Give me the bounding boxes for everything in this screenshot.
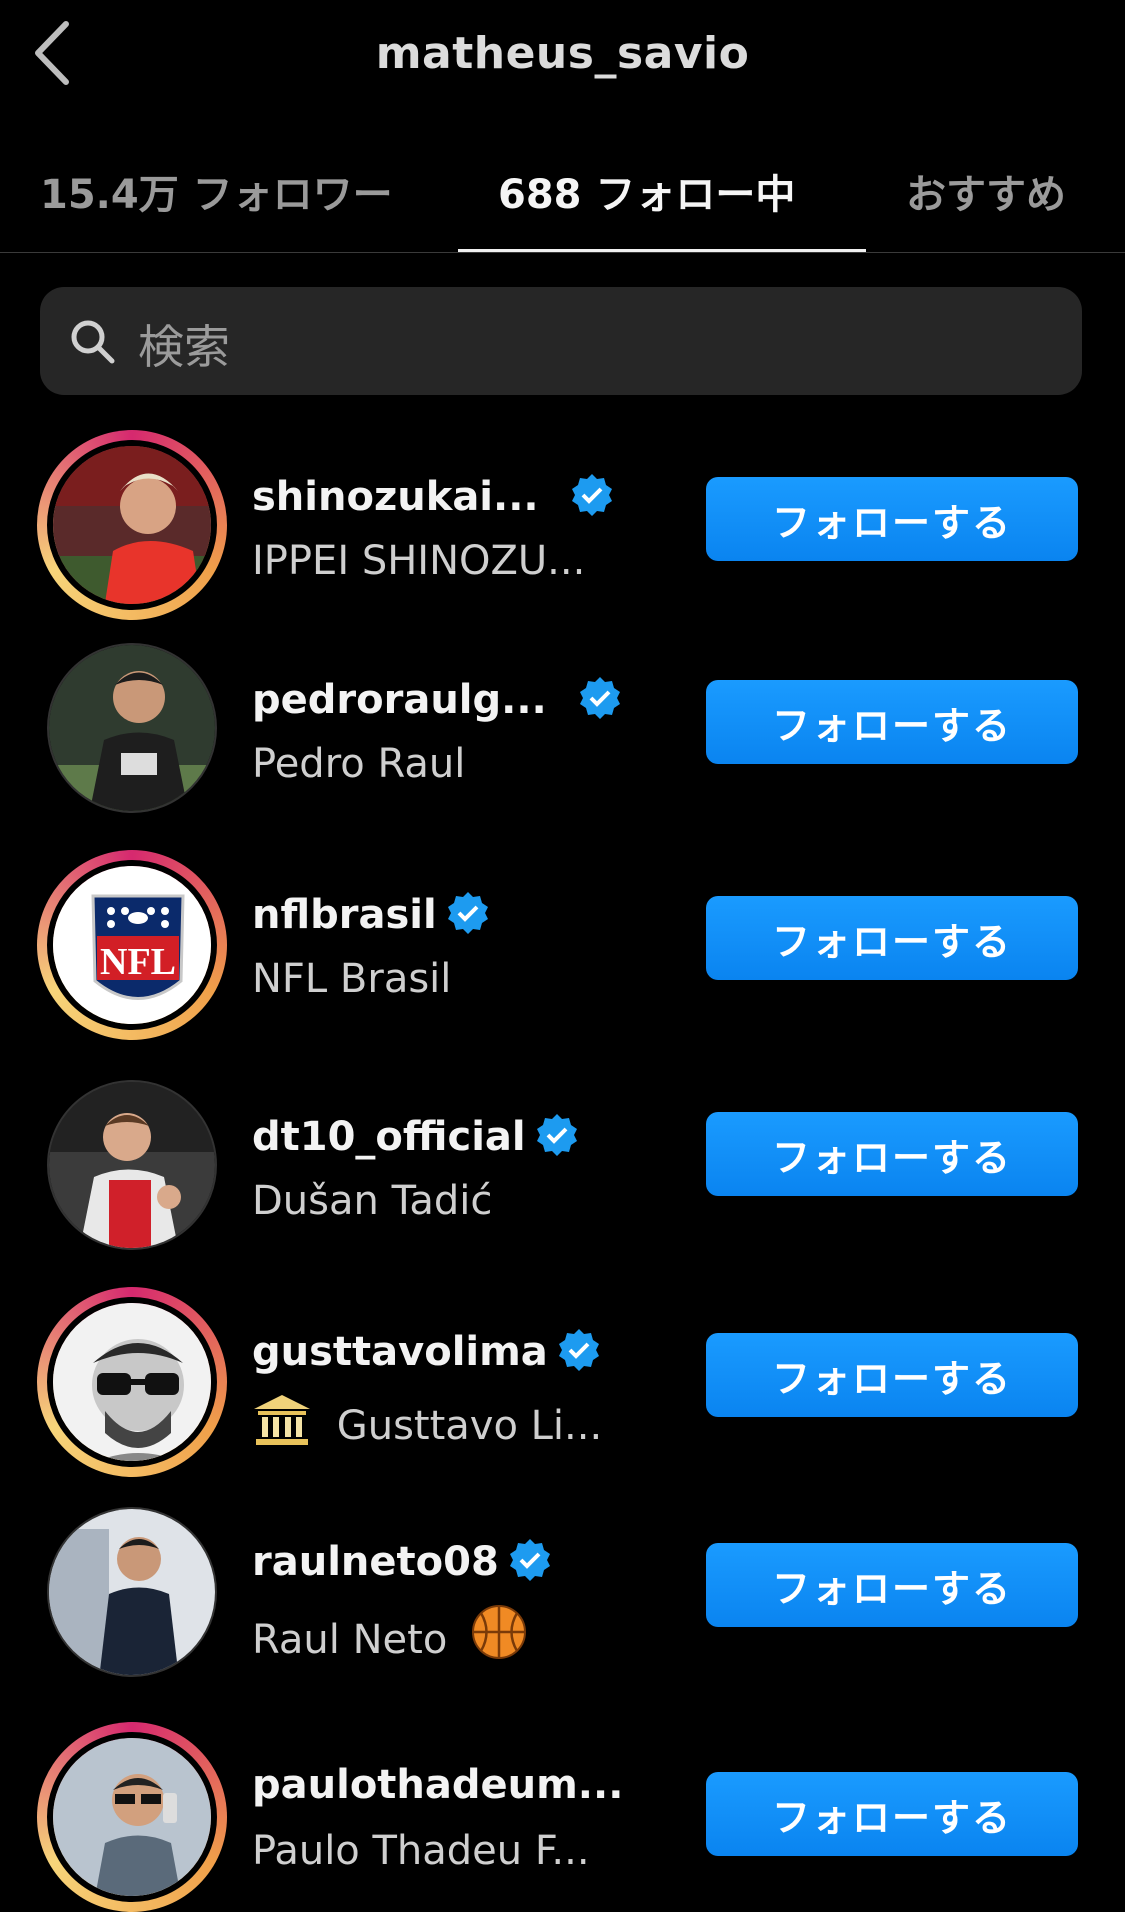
active-tab-indicator	[458, 249, 866, 252]
tab-suggested[interactable]: おすすめ	[906, 162, 1066, 220]
avatar[interactable]	[37, 1287, 227, 1477]
top-bar: matheus_savio	[0, 0, 1125, 115]
basketball-icon	[472, 1605, 527, 1659]
classical-building-icon	[254, 1395, 310, 1445]
full-name: Raul Neto	[252, 1603, 528, 1663]
search-placeholder: 検索	[138, 320, 230, 374]
profile-photo	[47, 1507, 217, 1677]
follow-button[interactable]: フォローする	[706, 1333, 1078, 1417]
tab-followers[interactable]: 15.4万 フォロワー	[40, 162, 393, 220]
page-title: matheus_savio	[375, 28, 750, 79]
full-name: Gusttavo Li...	[252, 1393, 602, 1449]
username[interactable]: paulothadeum...	[252, 1762, 623, 1808]
profile-photo	[47, 1297, 217, 1467]
username[interactable]: nflbrasil	[252, 890, 491, 938]
verified-badge-icon	[571, 474, 612, 516]
search-icon	[71, 320, 115, 364]
verified-badge-icon	[536, 1114, 577, 1156]
tab-following[interactable]: 688 フォロー中	[498, 162, 795, 220]
nfl-logo-icon: NFL	[47, 860, 217, 1030]
tab-bar: 15.4万 フォロワー 688 フォロー中 おすすめ	[0, 140, 1125, 253]
username[interactable]: raulneto08	[252, 1537, 553, 1585]
avatar[interactable]	[37, 1722, 227, 1912]
follow-button[interactable]: フォローする	[706, 1772, 1078, 1856]
full-name: NFL Brasil	[252, 956, 452, 1002]
profile-photo	[47, 1080, 217, 1250]
avatar[interactable]: NFL	[37, 850, 227, 1040]
verified-badge-icon	[579, 677, 620, 719]
full-name: Paulo Thadeu F...	[252, 1828, 590, 1874]
list-item: pedroraulg... Pedro Raul フォローする	[0, 633, 1125, 823]
follow-button[interactable]: フォローする	[706, 1112, 1078, 1196]
follow-button[interactable]: フォローする	[706, 477, 1078, 561]
avatar[interactable]	[37, 430, 227, 620]
list-item: NFL nflbrasil NFL Brasil フォローする	[0, 850, 1125, 1040]
username[interactable]: pedroraulg...	[252, 675, 623, 723]
follow-button[interactable]: フォローする	[706, 1543, 1078, 1627]
verified-badge-icon	[558, 1329, 599, 1371]
username[interactable]: gusttavolima	[252, 1327, 602, 1375]
full-name: IPPEI SHINOZU...	[252, 538, 586, 584]
svg-text:NFL: NFL	[100, 941, 176, 983]
avatar[interactable]	[37, 1070, 227, 1260]
search-input[interactable]: 検索	[40, 287, 1082, 395]
list-item: dt10_official Dušan Tadić フォローする	[0, 1070, 1125, 1260]
list-item: gusttavolima Gusttavo Li... フォローする	[0, 1287, 1125, 1477]
profile-photo	[47, 440, 217, 610]
profile-photo	[47, 643, 217, 813]
profile-photo	[47, 1732, 217, 1902]
avatar[interactable]	[37, 1497, 227, 1687]
follow-button[interactable]: フォローする	[706, 896, 1078, 980]
list-item: shinozukai... IPPEI SHINOZU... フォローする	[0, 430, 1125, 620]
verified-badge-icon	[447, 892, 488, 934]
username[interactable]: shinozukai...	[252, 472, 615, 520]
avatar[interactable]	[37, 633, 227, 823]
username[interactable]: dt10_official	[252, 1112, 580, 1160]
full-name: Dušan Tadić	[252, 1178, 493, 1224]
follow-button[interactable]: フォローする	[706, 680, 1078, 764]
full-name: Pedro Raul	[252, 741, 466, 787]
list-item: raulneto08 Raul Neto フォローする	[0, 1497, 1125, 1687]
verified-badge-icon	[509, 1539, 550, 1581]
list-item: paulothadeum... Paulo Thadeu F... フォローする	[0, 1722, 1125, 1912]
